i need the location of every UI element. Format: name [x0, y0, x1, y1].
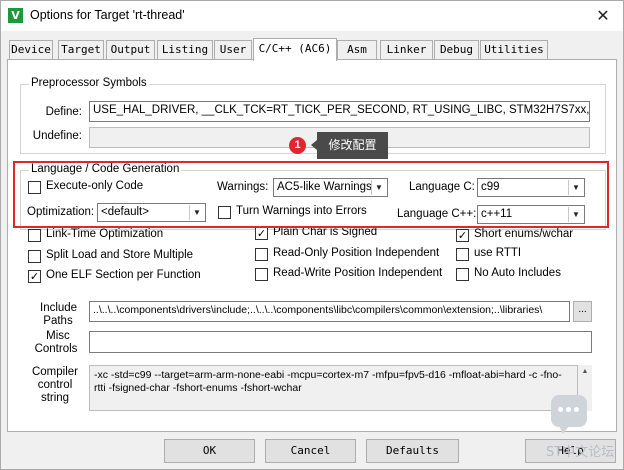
ropi-label: Read-Only Position Independent: [273, 247, 440, 259]
one-elf-label: One ELF Section per Function: [46, 269, 201, 281]
no-auto-includes-label: No Auto Includes: [474, 267, 561, 279]
lto-label: Link-Time Optimization: [46, 228, 164, 240]
split-load-label: Split Load and Store Multiple: [46, 249, 194, 261]
undefine-label: Undefine:: [32, 130, 82, 142]
scroll-up-icon[interactable]: ▲: [578, 365, 592, 378]
no-auto-includes-box[interactable]: [456, 268, 469, 281]
compiler-control-string[interactable]: -xc -std=c99 --target=arm-arm-none-eabi …: [89, 365, 578, 411]
tab-content-panel: Preprocessor Symbols Define: USE_HAL_DRI…: [7, 59, 617, 432]
misc-controls-input[interactable]: [89, 331, 592, 353]
rtti-label: use RTTI: [474, 247, 522, 259]
tab-output[interactable]: Output: [106, 40, 155, 60]
keil-app-icon: V: [8, 8, 23, 23]
window-title: Options for Target 'rt-thread': [30, 8, 185, 22]
options-dialog: V Options for Target 'rt-thread' ✕ Devic…: [0, 0, 624, 470]
short-enums-label: Short enums/wchar: [474, 228, 574, 240]
chat-dots: [558, 407, 580, 413]
tab-linker[interactable]: Linker: [380, 40, 433, 60]
chat-bubble-icon: [551, 395, 587, 434]
rtti-box[interactable]: [456, 248, 469, 261]
check-icon[interactable]: ✓: [456, 229, 469, 242]
misc-label-line2: Controls: [34, 343, 78, 355]
tab-cpp-ac6[interactable]: C/C++ (AC6): [253, 38, 337, 61]
tab-listing[interactable]: Listing: [157, 40, 213, 60]
step-badge: 1: [289, 137, 306, 154]
include-browse-button[interactable]: ...: [573, 301, 592, 322]
check-icon[interactable]: ✓: [28, 270, 41, 283]
define-label: Define:: [45, 106, 82, 118]
forum-watermark: ST中文论坛: [546, 445, 615, 460]
lto-box[interactable]: [28, 229, 41, 242]
close-icon[interactable]: ✕: [591, 4, 615, 28]
tab-device[interactable]: Device: [9, 40, 53, 60]
compiler-label-line3: string: [40, 392, 70, 404]
preprocessor-group-label: Preprocessor Symbols: [29, 77, 149, 89]
tab-target[interactable]: Target: [58, 40, 104, 60]
include-label-line2: Paths: [43, 315, 73, 327]
rwpi-label: Read-Write Position Independent: [273, 267, 443, 279]
ok-button[interactable]: OK: [164, 439, 255, 463]
defaults-button[interactable]: Defaults: [366, 439, 459, 463]
ropi-box[interactable]: [255, 248, 268, 261]
check-icon[interactable]: ✓: [255, 227, 268, 240]
highlight-box: [13, 161, 609, 228]
tab-utilities[interactable]: Utilities: [480, 40, 548, 60]
include-label-line1: Include: [40, 302, 78, 314]
rwpi-box[interactable]: [255, 268, 268, 281]
tab-asm[interactable]: Asm: [337, 40, 377, 60]
misc-label-line1: Misc: [46, 330, 70, 342]
compiler-label-line2: control: [37, 379, 73, 391]
split-load-box[interactable]: [28, 250, 41, 263]
tab-user[interactable]: User: [214, 40, 252, 60]
title-bar: V Options for Target 'rt-thread' ✕: [1, 1, 623, 31]
define-input[interactable]: USE_HAL_DRIVER, __CLK_TCK=RT_TICK_PER_SE…: [89, 101, 590, 122]
include-paths-input[interactable]: ..\..\..\components\drivers\include;..\.…: [89, 301, 570, 322]
tab-debug[interactable]: Debug: [434, 40, 479, 60]
cancel-button[interactable]: Cancel: [265, 439, 356, 463]
compiler-label-line1: Compiler: [31, 366, 78, 378]
annotation-tooltip: 修改配置: [311, 132, 388, 159]
